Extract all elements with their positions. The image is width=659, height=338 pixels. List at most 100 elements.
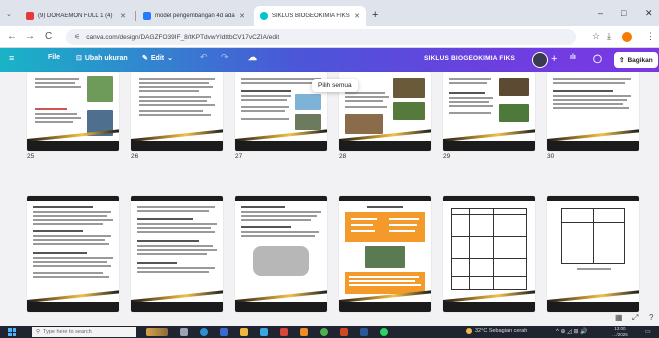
download-icon[interactable]: ⤓	[607, 31, 611, 42]
edge-icon[interactable]	[200, 328, 208, 336]
page-thumbnail-31[interactable]	[27, 196, 119, 312]
plant-image	[87, 76, 113, 102]
site-info-icon[interactable]: ⚟	[74, 33, 80, 41]
explorer-icon[interactable]	[240, 328, 248, 336]
page-thumbnail-34[interactable]	[339, 196, 431, 312]
google-icon	[143, 12, 151, 20]
diagram-box	[345, 212, 425, 242]
page-number: 25	[27, 153, 35, 160]
comment-icon[interactable]: ◯	[593, 54, 602, 63]
file-menu-button[interactable]: File	[48, 54, 60, 61]
browser-menu-icon[interactable]: ⋮	[646, 31, 655, 42]
page-thumbnail-36[interactable]	[547, 196, 639, 312]
bookmark-star-icon[interactable]: ☆	[592, 31, 600, 42]
share-button[interactable]: ⇧ Bagikan	[614, 52, 658, 68]
powerpoint-icon[interactable]	[340, 328, 348, 336]
seedling-image	[393, 102, 425, 120]
search-icon: ⚲	[36, 329, 41, 335]
weather-icon	[466, 328, 472, 334]
tab-separator	[135, 11, 136, 21]
taskbar-search-input[interactable]: ⚲ Type here to search	[32, 327, 136, 337]
pencil-icon: ✎	[142, 55, 148, 62]
tab-title: (9) DORAEMON FULL 1 (4)	[38, 13, 113, 19]
redo-button[interactable]: ↷	[221, 52, 229, 63]
copilot-icon[interactable]	[146, 328, 168, 336]
resize-button[interactable]: ⊡ Ubah ukuran	[76, 54, 128, 63]
page-thumbnail-35[interactable]	[443, 196, 535, 312]
add-collaborator-button[interactable]: +	[551, 53, 557, 65]
youtube-icon	[26, 12, 34, 20]
leaf-image	[499, 104, 529, 122]
url-bar[interactable]: ⚟ canva.com/design/DAGZFO39IF_8/tKPTdvwY…	[66, 29, 576, 45]
page-thumbnail-26[interactable]	[131, 72, 223, 151]
page-thumbnail-32[interactable]	[131, 196, 223, 312]
search-placeholder: Type here to search	[43, 329, 92, 335]
word-icon[interactable]	[360, 328, 368, 336]
table-frame	[451, 208, 527, 290]
tab-title: SIKLUS BIOGEOKIMIA FIKS - 4	[272, 13, 351, 19]
grid-view-button[interactable]: ▦	[615, 313, 623, 322]
resize-label: Ubah ukuran	[84, 54, 128, 62]
worm-image	[345, 114, 383, 134]
address-bar-row: ← → C ⚟ canva.com/design/DAGZFO39IF_8/tK…	[0, 26, 659, 48]
back-button[interactable]: ←	[7, 31, 17, 42]
edit-button[interactable]: ✎ Edit ⌄	[142, 54, 173, 63]
ecosystem-image	[365, 246, 405, 268]
page-number: 28	[339, 153, 347, 160]
canva-toolbar: ≡ File ⊡ Ubah ukuran ✎ Edit ⌄ ↶ ↷ ☁ SIKL…	[0, 48, 659, 72]
windows-start-icon[interactable]	[8, 328, 16, 336]
new-tab-button[interactable]: +	[372, 9, 378, 21]
app-icon-red[interactable]	[280, 328, 288, 336]
tab-search-icon[interactable]: ⌄	[6, 10, 12, 18]
landscape-image	[295, 94, 321, 110]
user-avatar[interactable]	[532, 52, 548, 68]
building-image	[295, 114, 321, 130]
close-tab-icon[interactable]: ✕	[354, 12, 360, 20]
app-icon-orange[interactable]	[300, 328, 308, 336]
tab-model-pengembangan[interactable]: model pengembangan 4d adala ✕	[137, 6, 251, 26]
soil-image	[393, 78, 425, 98]
weather-widget[interactable]: 32°C Sebagian cerah	[466, 328, 527, 334]
page-number: 29	[443, 153, 451, 160]
chrome-icon[interactable]	[320, 328, 328, 336]
photos-icon[interactable]	[260, 328, 268, 336]
canva-icon	[260, 12, 268, 20]
close-tab-icon[interactable]: ✕	[120, 12, 126, 20]
share-label: Bagikan	[627, 56, 653, 64]
store-icon[interactable]	[220, 328, 228, 336]
page-thumbnail-25[interactable]	[27, 72, 119, 151]
system-tray-icons[interactable]: ^ ⊕ ◿ ⊞ 🔊	[556, 328, 588, 335]
main-menu-icon[interactable]: ≡	[9, 53, 14, 63]
whatsapp-icon[interactable]	[380, 328, 388, 336]
url-text: canva.com/design/DAGZFO39IF_8/tKPTdvwYId…	[86, 33, 280, 41]
tab-siklus-biogeokimia[interactable]: SIKLUS BIOGEOKIMIA FIKS - 4 ✕	[254, 6, 366, 26]
close-window-button[interactable]: ✕	[645, 8, 653, 19]
windows-taskbar: ⚲ Type here to search 32°C Sebagian cera…	[0, 326, 659, 338]
maximize-button[interactable]: □	[621, 8, 626, 18]
page-thumbnail-33[interactable]	[235, 196, 327, 312]
undo-button[interactable]: ↶	[200, 52, 208, 63]
fullscreen-button[interactable]: ⤢	[632, 313, 638, 323]
profile-avatar[interactable]	[622, 32, 632, 42]
cloud-save-icon[interactable]: ☁	[248, 52, 257, 63]
close-tab-icon[interactable]: ✕	[239, 12, 245, 20]
reload-button[interactable]: C	[45, 31, 52, 42]
forest-image	[253, 246, 309, 276]
chevron-down-icon: ⌄	[167, 55, 173, 62]
taskbar-clock[interactable]: 13:00 …/2025	[612, 326, 628, 338]
page-thumbnail-29[interactable]	[443, 72, 535, 151]
resize-icon: ⊡	[76, 55, 82, 62]
minimize-button[interactable]: –	[598, 8, 603, 18]
forward-button[interactable]: →	[25, 31, 35, 42]
page-number: 27	[235, 153, 243, 160]
root-image	[499, 78, 529, 96]
notification-icon[interactable]: ▭	[645, 328, 651, 335]
insights-icon[interactable]: ılı	[570, 54, 576, 61]
weather-text: 32°C Sebagian cerah	[475, 328, 528, 334]
edit-label: Edit	[150, 54, 165, 62]
document-title[interactable]: SIKLUS BIOGEOKIMIA FIKS	[424, 55, 515, 62]
help-button[interactable]: ?	[649, 313, 653, 322]
task-view-icon[interactable]	[180, 328, 188, 336]
tab-doraemon[interactable]: (9) DORAEMON FULL 1 (4) ✕	[20, 6, 132, 26]
page-thumbnail-30[interactable]	[547, 72, 639, 151]
